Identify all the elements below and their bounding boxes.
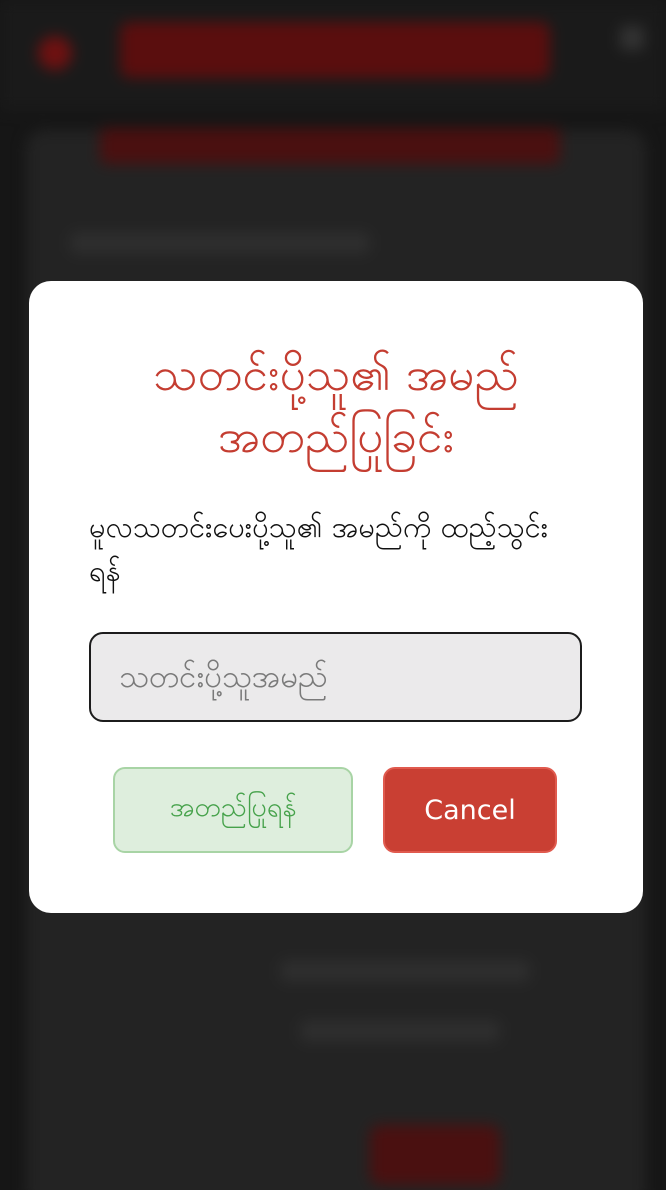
reporter-name-input[interactable] [89, 632, 582, 722]
header-banner [120, 22, 550, 78]
background-text-line [70, 232, 370, 254]
background-text-line [300, 1020, 500, 1042]
dialog-message: မူလသတင်းပေးပို့သူ၏ အမည်ကို ထည့်သွင်းရန် [89, 510, 549, 588]
cancel-button[interactable]: Cancel [383, 767, 557, 853]
confirm-button[interactable]: အတည်ပြုရန် [113, 767, 353, 853]
dialog-title: သတင်းပို့သူ၏ အမည် အတည်ပြုခြင်း [153, 347, 519, 463]
menu-icon [620, 26, 644, 50]
screen: သတင်းပို့သူ၏ အမည် အတည်ပြုခြင်း မူလသတင်းပ… [0, 0, 666, 1190]
background-card-title [100, 128, 560, 164]
background-button [370, 1125, 500, 1185]
back-icon [38, 36, 72, 70]
reporter-name-dialog: သတင်းပို့သူ၏ အမည် အတည်ပြုခြင်း မူလသတင်းပ… [29, 281, 643, 913]
background-text-line [280, 960, 530, 982]
